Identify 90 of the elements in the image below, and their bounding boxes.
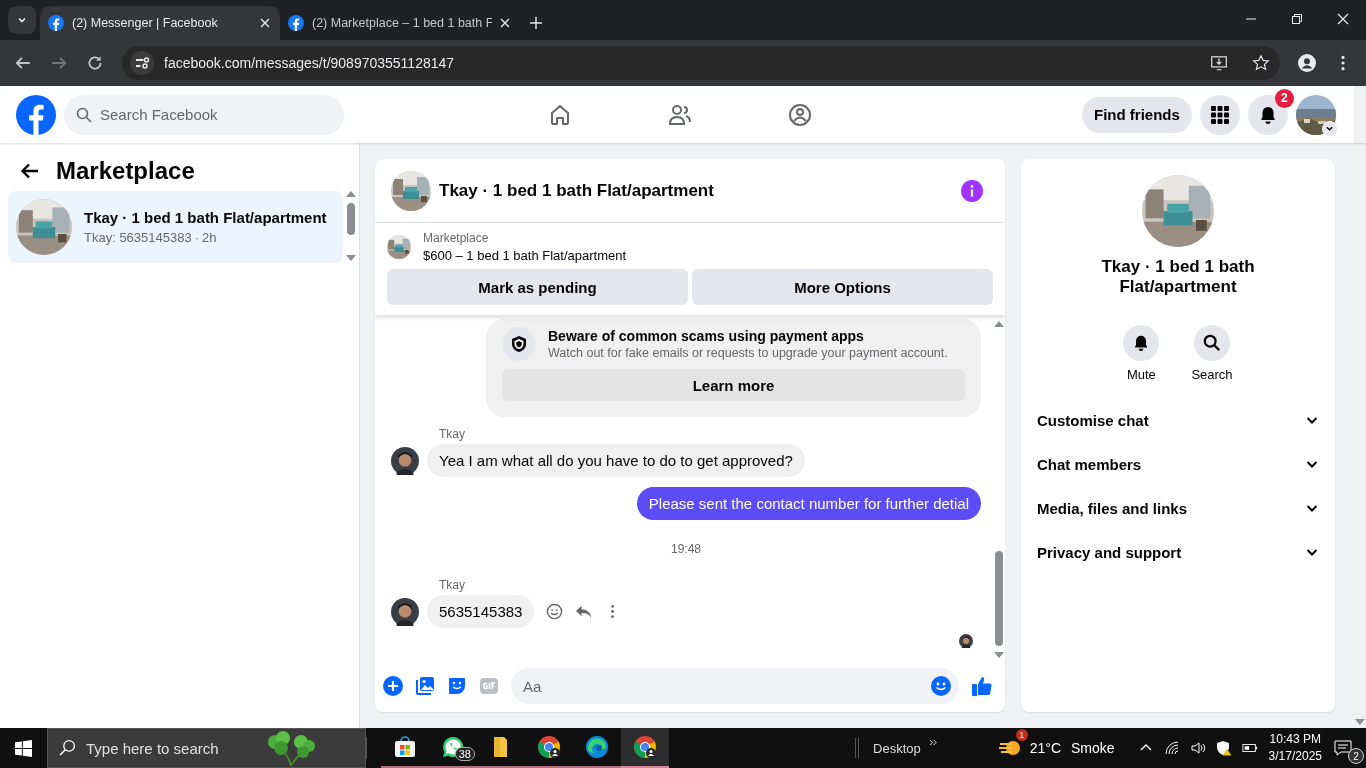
panel-title: Marketplace — [56, 157, 195, 185]
star-icon[interactable] — [1252, 54, 1270, 72]
close-icon[interactable] — [500, 18, 510, 28]
action-label: Search — [1191, 367, 1233, 382]
friends-icon[interactable] — [668, 102, 692, 127]
weather-condition[interactable]: Smoke — [1071, 740, 1115, 756]
close-icon[interactable] — [260, 18, 270, 28]
browser-tab[interactable]: (2) Messenger | Facebook — [40, 6, 280, 40]
react-icon[interactable] — [546, 603, 564, 620]
new-tab-icon[interactable] — [530, 17, 542, 29]
section-header[interactable]: Customise chat — [1029, 398, 1327, 442]
action-label: Mute — [1126, 367, 1156, 382]
listing-action-button[interactable]: Mark as pending — [387, 269, 688, 305]
shield-icon — [502, 327, 536, 361]
mute-button[interactable] — [1123, 325, 1160, 361]
message-time: 2h — [202, 230, 217, 245]
home-icon[interactable] — [548, 102, 572, 127]
message-preview: Tkay: 5635145383 — [84, 230, 192, 245]
facebook-logo-icon — [288, 15, 304, 31]
conversation-name: Tkay · 1 bed 1 bath Flat/apartment — [1100, 257, 1256, 297]
section-header[interactable]: Privacy and support — [1029, 530, 1327, 574]
message-field[interactable]: Aa — [511, 668, 959, 704]
emoji-icon[interactable] — [931, 676, 951, 696]
browser-tab[interactable]: (2) Marketplace – 1 bed 1 bath F — [280, 6, 520, 40]
thumbs-up-icon[interactable] — [971, 675, 993, 697]
notification-count: 2 — [1348, 748, 1364, 764]
sender-name: Tkay — [439, 578, 466, 592]
info-icon[interactable] — [961, 179, 983, 202]
notice-text: Watch out for fake emails or requests to upgrade your payment account. — [548, 346, 948, 360]
search-icon — [59, 739, 76, 756]
groups-icon[interactable] — [788, 102, 812, 127]
message-bubble: Yea I am what all do you have to do to get approved? — [427, 444, 805, 477]
search-field[interactable]: Search Facebook — [64, 94, 344, 135]
back-arrow-icon[interactable] — [20, 161, 40, 181]
message-bubble: 5635145383 — [427, 595, 535, 628]
add-icon[interactable] — [383, 676, 403, 696]
taskbar-search-field[interactable]: Type here to search — [47, 728, 366, 768]
url-text: facebook.com/messages/t/9089703551128147 — [164, 55, 455, 71]
store-icon — [393, 735, 417, 759]
notification-badge: 2 — [1274, 88, 1294, 108]
section-header[interactable]: Chat members — [1029, 442, 1327, 486]
weather-badge: 1 — [1015, 729, 1028, 741]
listing-action-button[interactable]: More Options — [692, 269, 993, 305]
edge-icon — [585, 735, 609, 759]
search-icon — [76, 106, 92, 123]
notification-icon[interactable] — [1334, 739, 1352, 757]
photo-icon[interactable] — [415, 676, 435, 696]
conversation-item[interactable]: Tkay · 1 bed 1 bath Flat/apartment Tkay: 5635145383 · 2h — [8, 191, 343, 263]
separator-dot: · — [194, 230, 200, 245]
tab-title: (2) Messenger | Facebook — [72, 16, 219, 30]
facebook-logo-icon — [48, 15, 64, 31]
avatar — [391, 597, 419, 626]
clock[interactable]: 10:43 PM 3/17/2025 — [1268, 731, 1322, 765]
timestamp: 19:48 — [671, 542, 701, 556]
chat-title: Tkay · 1 bed 1 bath Flat/apartment — [439, 180, 714, 201]
grid-icon — [1210, 105, 1229, 124]
search-icon — [1203, 334, 1221, 352]
avatar — [959, 634, 973, 648]
listing-title[interactable]: $600 – 1 bed 1 bath Flat/apartment — [423, 248, 627, 263]
sticker-icon[interactable] — [447, 676, 467, 696]
sender-name: Tkay — [439, 427, 466, 441]
restore-icon[interactable] — [1291, 13, 1303, 25]
tab-title: (2) Marketplace – 1 bed 1 bath F — [312, 16, 492, 30]
avatar — [391, 446, 419, 475]
listing-label: Marketplace — [423, 231, 490, 245]
chrome-icon — [537, 735, 561, 759]
notice-title: Beware of common scams using payment apps — [548, 328, 865, 344]
learn-more-button[interactable]: Learn more — [502, 369, 965, 401]
chrome-icon — [633, 735, 657, 759]
scrollbar[interactable] — [1354, 86, 1366, 143]
taskbar-app[interactable]: 38 — [429, 728, 477, 768]
section-header[interactable]: Media, files and links — [1029, 486, 1327, 530]
scrollbar[interactable] — [1354, 143, 1366, 728]
address-bar[interactable]: facebook.com/messages/t/9089703551128147 — [122, 46, 1280, 80]
find-friends-button[interactable]: Find friends — [1082, 96, 1192, 133]
desktop-toolbar-label[interactable]: Desktop — [873, 740, 921, 756]
install-app-icon[interactable] — [1210, 54, 1228, 72]
conversation-name: Tkay · 1 bed 1 bath Flat/apartment — [84, 209, 327, 226]
reply-icon[interactable] — [575, 603, 593, 620]
message-bubble: Please sent the contact number for further detial — [636, 487, 981, 520]
site-settings-icon[interactable] — [130, 51, 154, 75]
app-badge: 38 — [454, 747, 475, 761]
facebook-logo[interactable] — [16, 94, 56, 135]
clock-date: 3/17/2025 — [1268, 748, 1322, 765]
clock-time: 10:43 PM — [1269, 731, 1321, 748]
close-icon[interactable] — [1337, 13, 1349, 25]
temperature[interactable]: 21°C — [1029, 740, 1062, 756]
taskbar-app[interactable] — [621, 728, 669, 768]
search-button[interactable] — [1194, 325, 1230, 361]
notifications-button[interactable] — [1247, 94, 1288, 135]
